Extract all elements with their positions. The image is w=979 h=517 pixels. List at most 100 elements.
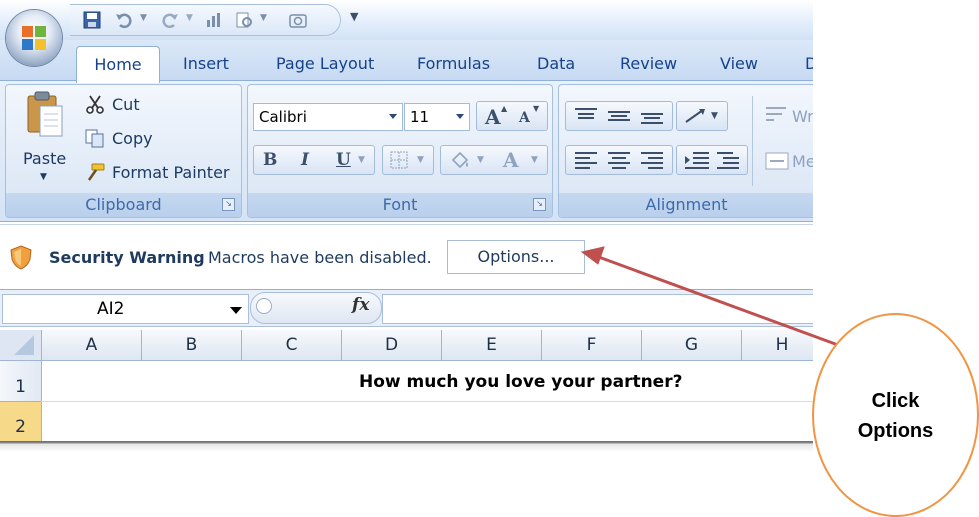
horizontal-align-icons[interactable] xyxy=(572,150,666,170)
format-painter-button[interactable]: Format Painter xyxy=(112,163,229,182)
vertical-align-buttons xyxy=(565,101,673,131)
callout-line-1: Click xyxy=(871,390,920,412)
wrap-text-button[interactable]: Wr xyxy=(792,107,813,126)
column-header-e[interactable]: E xyxy=(442,330,542,360)
orientation-dropdown-icon[interactable]: ▼ xyxy=(711,111,718,121)
column-header-b[interactable]: B xyxy=(142,330,242,360)
chart-icon[interactable] xyxy=(204,10,224,30)
paste-icon[interactable] xyxy=(22,90,68,140)
alignment-group-label: Alignment xyxy=(559,193,813,217)
column-header-f[interactable]: F xyxy=(542,330,642,360)
grow-font-button[interactable]: A xyxy=(485,105,501,129)
row-header-2[interactable]: 2 xyxy=(0,402,42,441)
shrink-font-button[interactable]: A xyxy=(519,110,530,126)
orientation-icon xyxy=(685,109,705,123)
font-size-combo[interactable]: 11 xyxy=(404,103,470,131)
italic-button[interactable]: I xyxy=(301,150,309,170)
underline-dropdown-icon[interactable]: ▼ xyxy=(358,155,365,165)
font-launcher-icon[interactable]: ↘ xyxy=(533,198,546,211)
office-button[interactable] xyxy=(6,10,62,66)
paste-dropdown-icon[interactable]: ▼ xyxy=(40,172,47,182)
font-color-dropdown-icon[interactable]: ▼ xyxy=(531,155,538,165)
column-header-a[interactable]: A xyxy=(42,330,142,360)
grow-arrow-icon: ▲ xyxy=(501,104,508,113)
font-size-dropdown-icon[interactable] xyxy=(456,114,464,119)
font-name-value: Calibri xyxy=(259,108,307,126)
copy-button[interactable]: Copy xyxy=(112,129,153,148)
cell-d1-text[interactable]: How much you love your partner? xyxy=(359,372,682,392)
scissors-icon xyxy=(86,95,104,114)
security-warning-title: Security Warning xyxy=(49,248,205,267)
fill-color-dropdown-icon[interactable]: ▼ xyxy=(477,155,484,165)
save-icon[interactable] xyxy=(82,10,102,30)
undo-icon[interactable] xyxy=(114,10,134,30)
name-box[interactable]: AI2 xyxy=(2,294,249,324)
font-color-button[interactable]: A xyxy=(503,148,519,172)
row-gridline xyxy=(41,401,813,402)
tab-home[interactable]: Home xyxy=(76,46,160,83)
redo-icon[interactable] xyxy=(160,10,180,30)
print-dropdown-icon[interactable]: ▼ xyxy=(260,13,267,23)
column-header-c[interactable]: C xyxy=(242,330,342,360)
tab-developer[interactable]: D xyxy=(805,54,813,73)
merge-center-icon xyxy=(765,152,789,170)
options-button[interactable]: Options... xyxy=(447,240,585,274)
underline-button[interactable]: U xyxy=(336,150,351,170)
callout-line-2: Options xyxy=(857,420,934,442)
tab-page-layout[interactable]: Page Layout xyxy=(276,54,374,73)
orientation-button[interactable]: ▼ xyxy=(676,101,728,131)
clipboard-launcher-icon[interactable]: ↘ xyxy=(222,198,235,211)
format-painter-icon xyxy=(87,163,105,181)
indent-icons[interactable] xyxy=(683,150,741,170)
print-preview-icon[interactable] xyxy=(234,10,254,30)
fill-font-color-buttons: ▼ A ▼ xyxy=(440,145,548,175)
formula-expand-icon[interactable] xyxy=(256,298,272,314)
font-group-label: Font xyxy=(248,193,552,217)
bold-button[interactable]: B xyxy=(263,150,277,170)
borders-dropdown-icon[interactable]: ▼ xyxy=(417,155,424,165)
borders-button[interactable]: ▼ xyxy=(382,145,434,175)
insert-function-button[interactable]: fx xyxy=(352,295,369,315)
clipboard-group-label: Clipboard xyxy=(6,193,241,217)
tab-view[interactable]: View xyxy=(720,54,758,73)
name-box-value: AI2 xyxy=(97,299,125,319)
font-name-combo[interactable]: Calibri xyxy=(253,103,403,131)
select-all-icon xyxy=(14,335,34,355)
name-box-dropdown-icon[interactable] xyxy=(230,307,242,314)
copy-icon xyxy=(85,129,104,148)
paste-button[interactable]: Paste xyxy=(23,149,66,168)
camera-icon[interactable] xyxy=(288,10,308,30)
wrap-text-icon xyxy=(766,107,786,121)
vertical-align-icons[interactable] xyxy=(572,106,666,126)
tab-home-label: Home xyxy=(94,55,142,74)
tab-formulas[interactable]: Formulas xyxy=(417,54,490,73)
redo-dropdown-icon[interactable]: ▼ xyxy=(186,13,193,23)
column-header-g[interactable]: G xyxy=(642,330,742,360)
row-header-divider xyxy=(0,401,41,402)
security-warning-text: Macros have been disabled. xyxy=(208,248,432,267)
font-size-buttons: A ▲ A ▼ xyxy=(476,101,548,131)
office-logo-icon xyxy=(22,26,46,50)
tab-review[interactable]: Review xyxy=(620,54,677,73)
tab-data[interactable]: Data xyxy=(537,54,575,73)
row-header-1[interactable]: 1 xyxy=(0,361,42,401)
sheet-bottom-edge xyxy=(0,441,813,452)
tab-insert[interactable]: Insert xyxy=(183,54,229,73)
undo-dropdown-icon[interactable]: ▼ xyxy=(140,13,147,23)
callout-text: Click Options xyxy=(812,386,979,446)
shield-warning-icon xyxy=(10,245,32,270)
cut-button[interactable]: Cut xyxy=(112,95,140,114)
fill-color-icon[interactable] xyxy=(449,150,471,170)
alignment-divider xyxy=(752,96,753,186)
quick-access-toolbar: ▼ ▼ ▼ xyxy=(70,4,341,36)
horizontal-align-buttons xyxy=(565,145,673,175)
formula-input[interactable] xyxy=(382,294,813,324)
column-header-h[interactable]: H xyxy=(742,330,813,360)
excel-window: ▼ ▼ ▼ ▼ Home Insert Page Layout Formulas… xyxy=(0,0,813,452)
font-name-dropdown-icon[interactable] xyxy=(389,114,397,119)
shrink-arrow-icon: ▼ xyxy=(533,104,540,113)
column-header-d[interactable]: D xyxy=(342,330,442,360)
customize-qat-icon[interactable]: ▼ xyxy=(350,10,358,23)
merge-center-button[interactable]: Me xyxy=(792,152,813,171)
font-size-value: 11 xyxy=(410,108,430,126)
